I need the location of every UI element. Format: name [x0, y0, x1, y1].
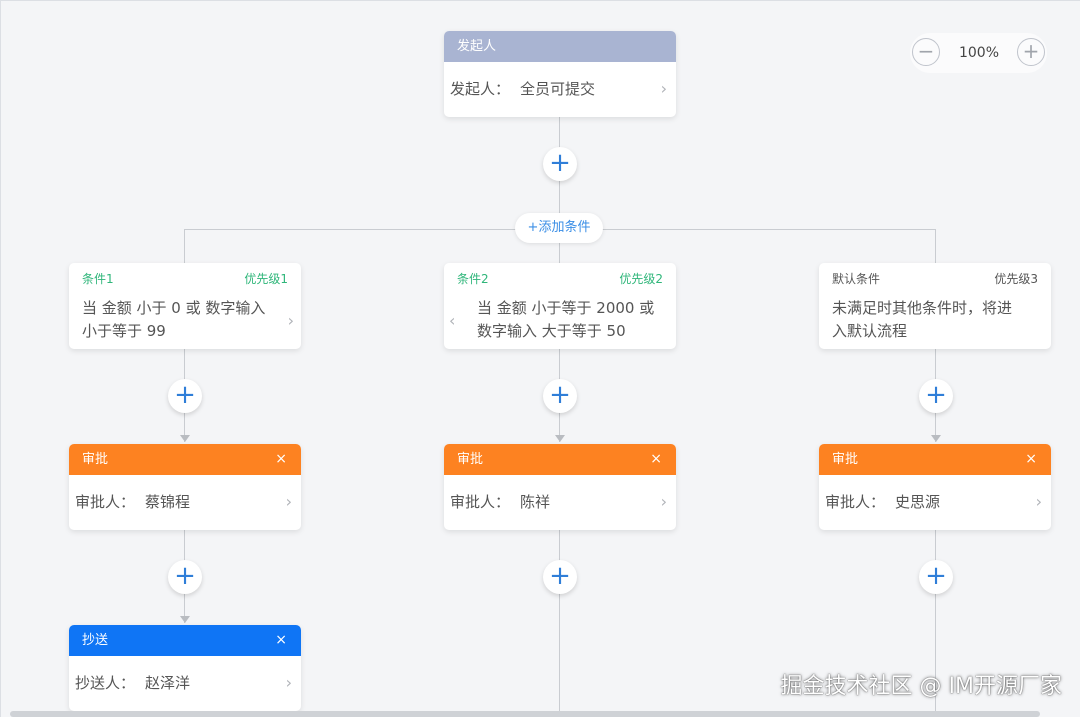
condition-node-default[interactable]: 默认条件 优先级3 未满足时其他条件时，将进入默认流程	[819, 263, 1051, 349]
add-node-button[interactable]: +	[543, 379, 577, 413]
connector-line	[184, 229, 185, 263]
plus-icon: +	[549, 148, 571, 178]
approve-node-1[interactable]: 审批 × 审批人： 蔡锦程 ›	[69, 444, 301, 530]
starter-node-title: 发起人	[457, 39, 497, 54]
flow-canvas: 发起人 发起人： 全员可提交 › + +添加条件 条件1 优先级1 当 金额 小于…	[0, 0, 1080, 717]
approve-node-header: 审批 ×	[819, 444, 1051, 475]
zoom-out-button[interactable]: −	[912, 38, 940, 66]
approve-node-title: 审批	[82, 452, 109, 467]
plus-icon: +	[549, 380, 571, 410]
chevron-right-icon[interactable]: ›	[288, 312, 294, 330]
cc-node-1[interactable]: 抄送 × 抄送人： 赵泽洋 ›	[69, 625, 301, 711]
condition-title: 默认条件	[832, 272, 881, 286]
approve-node-header: 审批 ×	[69, 444, 301, 475]
add-node-button[interactable]: +	[919, 379, 953, 413]
approve-node-body[interactable]: 审批人： 蔡锦程 ›	[69, 475, 301, 530]
plus-icon: +	[174, 561, 196, 591]
starter-label: 发起人：	[450, 80, 511, 98]
zoom-control: − 100% +	[910, 33, 1047, 73]
chevron-right-icon: ›	[660, 492, 667, 511]
condition-title: 条件1	[82, 272, 114, 286]
chevron-right-icon: ›	[1035, 492, 1042, 511]
close-icon[interactable]: ×	[650, 444, 662, 475]
plus-icon: +	[1022, 39, 1040, 63]
add-node-button[interactable]: +	[543, 560, 577, 594]
close-icon[interactable]: ×	[1025, 444, 1037, 475]
horizontal-scrollbar[interactable]	[10, 711, 1040, 717]
condition-priority[interactable]: 优先级2	[619, 270, 663, 287]
approver-label: 审批人：	[825, 493, 886, 511]
approve-node-2[interactable]: 审批 × 审批人： 陈祥 ›	[444, 444, 676, 530]
frame-border-left	[0, 0, 1, 717]
approve-node-body[interactable]: 审批人： 陈祥 ›	[444, 475, 676, 530]
starter-value: 全员可提交	[520, 80, 596, 98]
approve-node-title: 审批	[832, 452, 859, 467]
cc-value: 赵泽洋	[145, 674, 191, 692]
approver-value: 陈祥	[520, 493, 551, 511]
starter-node-header: 发起人	[444, 31, 676, 62]
connector-line	[935, 229, 936, 263]
cc-label: 抄送人：	[75, 674, 136, 692]
close-icon[interactable]: ×	[275, 625, 287, 656]
plus-icon: +	[174, 380, 196, 410]
chevron-left-icon[interactable]: ‹	[449, 312, 455, 330]
approve-node-title: 审批	[457, 452, 484, 467]
add-node-button[interactable]: +	[919, 560, 953, 594]
add-condition-button[interactable]: +添加条件	[515, 213, 603, 243]
close-icon[interactable]: ×	[275, 444, 287, 475]
condition-priority[interactable]: 优先级1	[244, 270, 288, 287]
starter-node-body[interactable]: 发起人： 全员可提交 ›	[444, 62, 676, 117]
condition-priority: 优先级3	[994, 272, 1038, 286]
add-node-button[interactable]: +	[543, 147, 577, 181]
condition-description: 当 金额 小于 0 或 数字输入 小于等于 99	[82, 299, 266, 340]
approver-label: 审批人：	[450, 493, 511, 511]
arrow-down	[180, 435, 190, 442]
chevron-right-icon: ›	[285, 492, 292, 511]
condition-node-2[interactable]: 条件2 优先级2 ‹ 当 金额 小于等于 2000 或 数字输入 大于等于 50	[444, 263, 676, 349]
approve-node-body[interactable]: 审批人： 史思源 ›	[819, 475, 1051, 530]
condition-node-1[interactable]: 条件1 优先级1 当 金额 小于 0 或 数字输入 小于等于 99 ›	[69, 263, 301, 349]
chevron-right-icon: ›	[660, 79, 667, 98]
arrow-down	[931, 435, 941, 442]
approver-value: 史思源	[895, 493, 941, 511]
cc-node-body[interactable]: 抄送人： 赵泽洋 ›	[69, 656, 301, 711]
zoom-in-button[interactable]: +	[1017, 38, 1045, 66]
add-node-button[interactable]: +	[168, 560, 202, 594]
watermark: 掘金技术社区 @ IM开源厂家	[780, 674, 1062, 699]
condition-description: 当 金额 小于等于 2000 或 数字输入 大于等于 50	[477, 299, 655, 340]
zoom-level: 100%	[958, 45, 1000, 61]
approver-label: 审批人：	[75, 493, 136, 511]
condition-title: 条件2	[457, 272, 489, 286]
connector-line	[559, 530, 560, 711]
cc-node-title: 抄送	[82, 633, 109, 648]
minus-icon: −	[917, 39, 935, 63]
starter-node[interactable]: 发起人 发起人： 全员可提交 ›	[444, 31, 676, 117]
approve-node-header: 审批 ×	[444, 444, 676, 475]
chevron-right-icon: ›	[285, 673, 292, 692]
arrow-down	[555, 435, 565, 442]
cc-node-header: 抄送 ×	[69, 625, 301, 656]
add-node-button[interactable]: +	[168, 379, 202, 413]
approve-node-3[interactable]: 审批 × 审批人： 史思源 ›	[819, 444, 1051, 530]
frame-border-top	[0, 0, 1080, 1]
plus-icon: +	[925, 561, 947, 591]
plus-icon: +	[925, 380, 947, 410]
condition-description: 未满足时其他条件时，将进入默认流程	[832, 299, 1013, 340]
approver-value: 蔡锦程	[145, 493, 191, 511]
plus-icon: +	[549, 561, 571, 591]
arrow-down	[180, 616, 190, 623]
